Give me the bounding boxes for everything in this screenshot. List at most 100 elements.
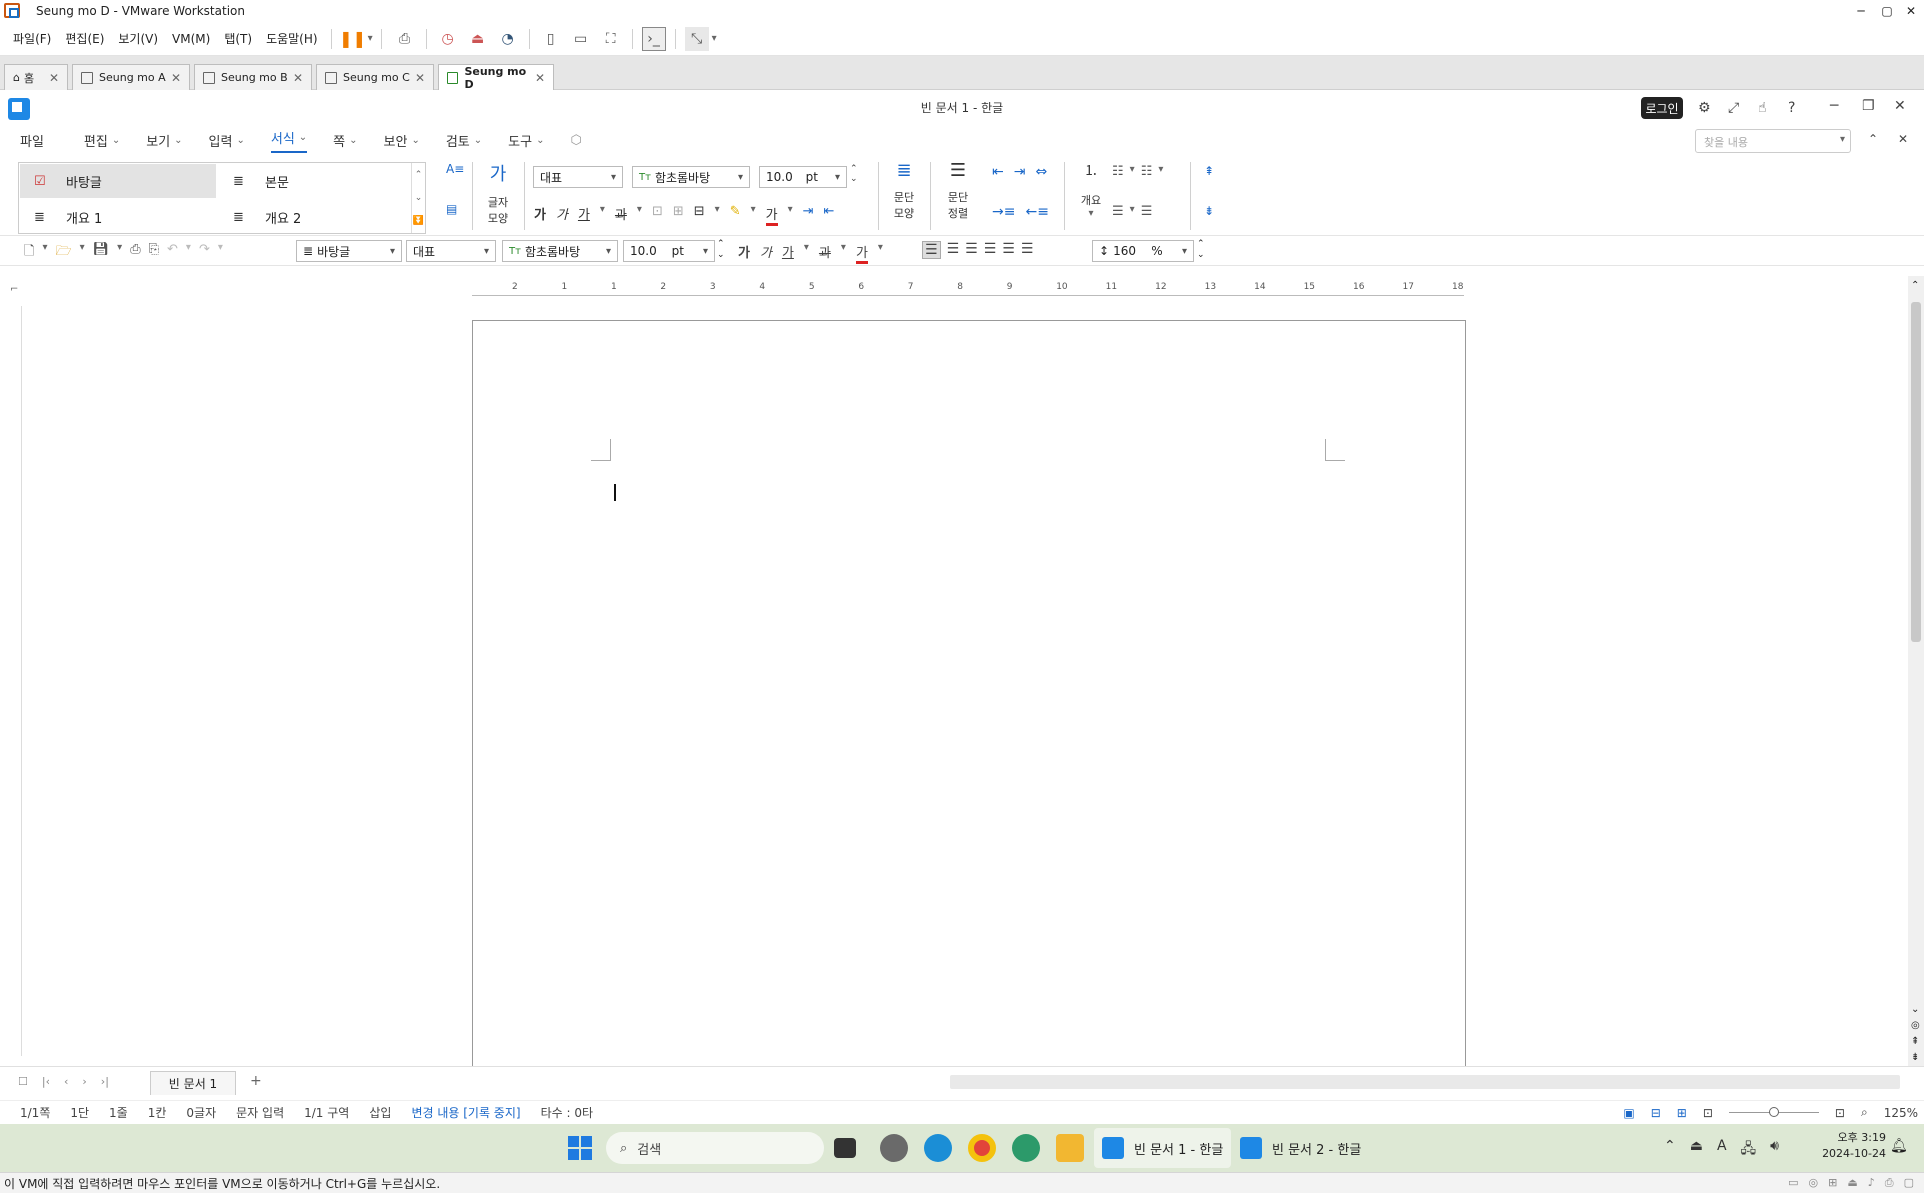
windows-start-icon[interactable]	[568, 1136, 592, 1160]
web-view-icon[interactable]: ⊟	[1651, 1106, 1661, 1120]
open-folder-icon[interactable]: 🗁	[55, 242, 71, 264]
cd-icon[interactable]: ◎	[1809, 1176, 1819, 1190]
document-page[interactable]	[472, 320, 1466, 1080]
normal-view-icon[interactable]: ▣	[1623, 1106, 1634, 1120]
line-spacing-increase-icon[interactable]: ⇞	[1204, 164, 1214, 178]
style-outline-1[interactable]: ≣ 개요 1	[20, 200, 216, 234]
next-tab-icon[interactable]: ›	[82, 1075, 86, 1088]
thumbnail-bar-icon[interactable]: ▭	[569, 27, 593, 51]
add-tab-icon[interactable]: +	[250, 1073, 262, 1089]
fit-page-icon[interactable]: ⊡	[1703, 1106, 1713, 1120]
font-name-select[interactable]: Tт 함초롬바탕 ▾	[632, 166, 750, 188]
strikethrough-icon[interactable]: 과	[819, 242, 831, 264]
close-button[interactable]: ✕	[1896, 0, 1924, 22]
align-left-icon[interactable]: ☰	[947, 241, 960, 259]
indent-both-icon[interactable]: ⇔	[1035, 164, 1047, 180]
vertical-ruler[interactable]	[8, 306, 22, 1056]
first-tab-icon[interactable]: |‹	[42, 1075, 50, 1088]
font-category-select[interactable]: 대표 ▾	[533, 166, 623, 188]
settings-icon[interactable]	[880, 1134, 908, 1162]
menu-view[interactable]: 보기(V)	[111, 30, 165, 47]
close-tab-icon[interactable]: ✕	[535, 71, 545, 85]
file-explorer-icon[interactable]	[1056, 1134, 1084, 1162]
first-line-indent-icon[interactable]: ⇤	[992, 164, 1004, 180]
extension-icon[interactable]: ⬡	[570, 133, 581, 148]
outline-button[interactable]: ⒈ 개요 ▾	[1074, 160, 1108, 219]
close-tab-icon[interactable]: ✕	[171, 71, 181, 85]
menu-vm[interactable]: VM(M)	[165, 32, 217, 46]
font-color-icon[interactable]: 가	[855, 242, 868, 264]
menu-help[interactable]: 도움말(H)	[259, 30, 325, 47]
italic-icon[interactable]: 가	[760, 242, 772, 264]
printer-icon[interactable]: ⎙	[1885, 1176, 1894, 1190]
align-justify-icon[interactable]: ☰	[922, 241, 941, 259]
revert-snapshot-icon[interactable]: ⏏	[466, 27, 490, 51]
menu-file[interactable]: 파일	[20, 131, 44, 150]
line-spacing-decrease-icon[interactable]: ⇟	[1204, 204, 1214, 218]
shadow-char-icon[interactable]: ⊞	[673, 204, 684, 226]
expand-icon[interactable]: ⤢	[1728, 100, 1739, 116]
align-divide-icon[interactable]: ☰	[1021, 241, 1034, 259]
tab-seung-mo-a[interactable]: Seung mo A ✕	[72, 64, 190, 90]
stretch-guest-icon[interactable]: ⤡	[684, 26, 709, 51]
tab-seung-mo-c[interactable]: Seung mo C ✕	[316, 64, 434, 90]
char-width-icon[interactable]: ⇤	[824, 204, 835, 226]
hwp-close-button[interactable]: ✕	[1894, 98, 1906, 114]
status-insert[interactable]: 삽입	[369, 1104, 391, 1121]
menu-format[interactable]: 서식	[270, 128, 308, 153]
line-spacing-input[interactable]: ↕ 160 % ▾	[1092, 240, 1194, 262]
snapshot-manager-icon[interactable]: ◔	[496, 27, 520, 51]
bold-icon[interactable]: 가	[534, 204, 546, 226]
status-track-changes[interactable]: 변경 내용 [기록 중지]	[411, 1104, 520, 1121]
send-ctrl-alt-del-icon[interactable]: ⎙	[393, 27, 417, 51]
style-select[interactable]: ≣ 바탕글 ▾	[296, 240, 402, 262]
snapshot-icon[interactable]: ◷	[436, 27, 460, 51]
library-icon[interactable]: ▯	[539, 27, 563, 51]
scroll-down-icon[interactable]: ⌄	[1911, 1004, 1919, 1015]
horizontal-ruler[interactable]: 2 1 1 2 3 4 5 6 7 8 9 10 11 12 13 14 15 16 17 18	[472, 282, 1464, 296]
zoom-slider[interactable]	[1728, 1107, 1819, 1117]
char-spacing-icon[interactable]: ⇥	[803, 204, 814, 226]
taskbar-app-hwp-2[interactable]: 빈 문서 2 - 한글	[1232, 1128, 1369, 1168]
prev-tab-icon[interactable]: ‹	[64, 1075, 68, 1088]
fullscreen-icon[interactable]: ⛶	[599, 27, 623, 51]
status-page[interactable]: 1/1쪽	[20, 1104, 50, 1121]
gear-icon[interactable]: ⚙	[1698, 100, 1711, 116]
tab-seung-mo-b[interactable]: Seung mo B ✕	[194, 64, 312, 90]
add-style-icon[interactable]: A≡	[446, 162, 464, 176]
redo-dropdown-icon[interactable]: ▾	[218, 242, 223, 264]
font-color-dropdown-icon[interactable]: ▾	[878, 242, 883, 264]
sound-icon[interactable]: ♪	[1868, 1176, 1875, 1190]
new-document-icon[interactable]: 🗋	[24, 242, 34, 264]
emboss-dropdown-icon[interactable]: ▾	[715, 204, 720, 226]
align-center-icon[interactable]: ☰	[965, 241, 978, 259]
zoom-icon[interactable]: ⌕	[1861, 1105, 1868, 1120]
menu-edit[interactable]: 편집(E)	[58, 30, 111, 47]
scrollbar-thumb[interactable]	[1911, 302, 1921, 642]
hdd-icon[interactable]: ▭	[1788, 1176, 1798, 1190]
highlight-icon[interactable]: ✎	[730, 204, 741, 226]
find-dropdown-icon[interactable]: ▾	[1840, 134, 1845, 145]
pause-icon[interactable]: ❚❚	[339, 27, 366, 51]
volume-icon[interactable]: 🔊︎	[1770, 1138, 1779, 1162]
taskbar-search[interactable]: ⌕ 검색	[606, 1132, 824, 1164]
font-size-input[interactable]: 10.0 pt ▾	[759, 166, 847, 188]
network-adapter-icon[interactable]: ⊞	[1828, 1176, 1837, 1190]
close-tab-icon[interactable]: ✕	[293, 71, 303, 85]
zoom-fit-icon[interactable]: ⊡	[1835, 1106, 1845, 1120]
para-align-button[interactable]: ☰ 문단 정렬	[938, 160, 978, 221]
decrease-indent-icon[interactable]: ←≡	[1025, 204, 1048, 220]
save-dropdown-icon[interactable]: ▾	[117, 242, 122, 264]
increase-indent-icon[interactable]: →≡	[992, 204, 1015, 220]
italic-icon[interactable]: 가	[556, 204, 568, 226]
font-color-dropdown-icon[interactable]: ▾	[788, 204, 793, 226]
next-page-icon[interactable]: ⇟	[1911, 1052, 1919, 1063]
vertical-scrollbar[interactable]: ⌃ ⌄ ◎ ⇞ ⇟	[1908, 276, 1924, 1068]
bullet-list-2-icon[interactable]: ☷	[1141, 164, 1153, 179]
emboss-char-icon[interactable]: ⊟	[694, 204, 705, 226]
gallery-more-icon[interactable]: ⏬	[413, 216, 424, 226]
select-browse-icon[interactable]: ◎	[1911, 1020, 1920, 1031]
bullet-list-icon[interactable]: ☷	[1112, 164, 1124, 179]
menu-edit[interactable]: 편집	[84, 131, 120, 150]
outline-level-icon[interactable]: ☰	[1112, 204, 1124, 219]
